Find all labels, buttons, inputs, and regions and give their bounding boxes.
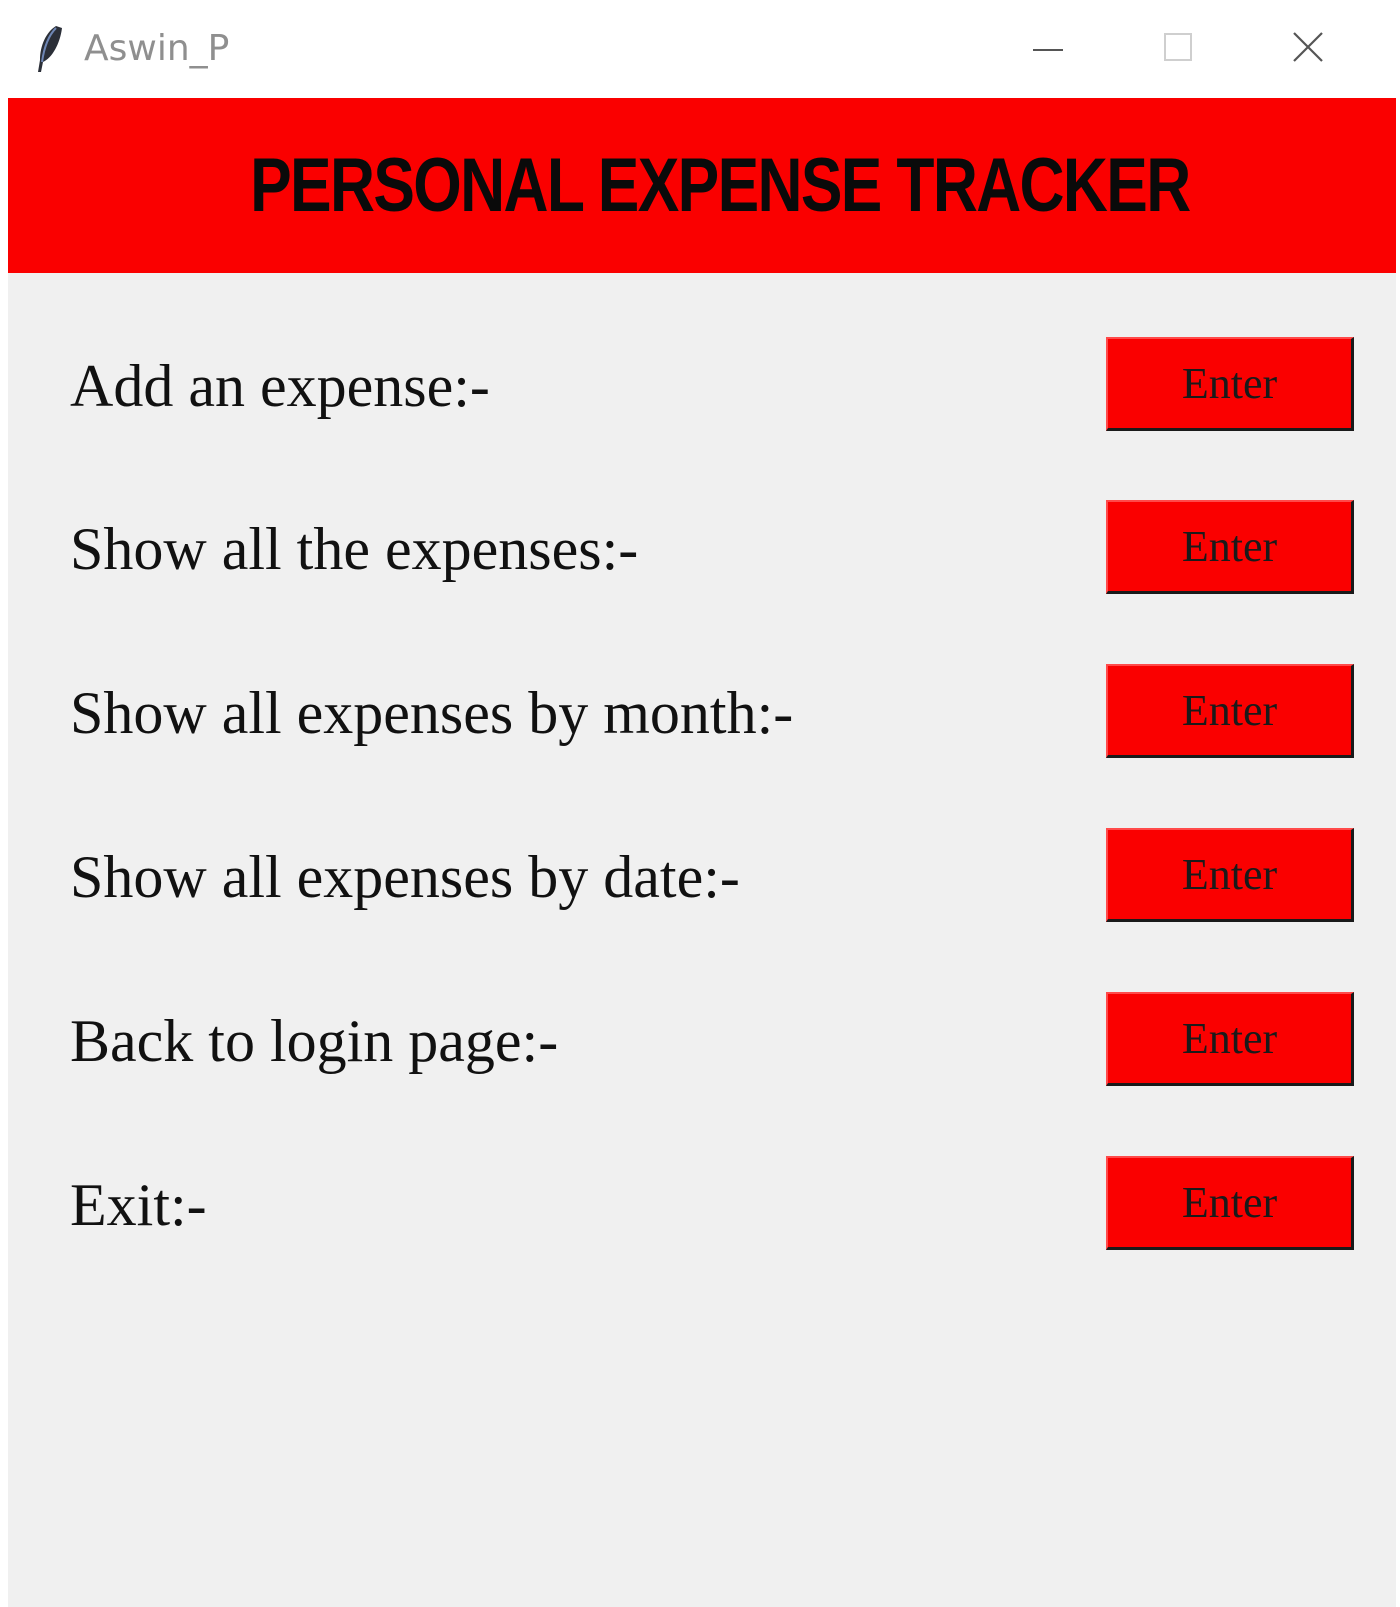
close-button[interactable]	[1248, 0, 1368, 98]
minimize-icon	[1033, 40, 1063, 58]
menu-item-exit: Exit:- Enter	[8, 1156, 1396, 1254]
menu-item-expenses-by-month: Show all expenses by month:- Enter	[8, 664, 1396, 762]
menu-item-expenses-by-date: Show all expenses by date:- Enter	[8, 828, 1396, 926]
menu-label: Show all expenses by date:-	[70, 844, 740, 910]
title-bar[interactable]: Aswin_P	[8, 0, 1396, 98]
menu-item-back-to-login: Back to login page:- Enter	[8, 992, 1396, 1090]
header-banner: PERSONAL EXPENSE TRACKER	[8, 98, 1396, 273]
window-title: Aswin_P	[84, 28, 230, 69]
expenses-by-date-enter-button[interactable]: Enter	[1106, 828, 1354, 922]
maximize-icon	[1163, 32, 1193, 67]
show-all-expenses-enter-button[interactable]: Enter	[1106, 500, 1354, 594]
maximize-button[interactable]	[1118, 0, 1238, 98]
exit-enter-button[interactable]: Enter	[1106, 1156, 1354, 1250]
menu-label: Back to login page:-	[70, 1008, 559, 1074]
back-to-login-enter-button[interactable]: Enter	[1106, 992, 1354, 1086]
minimize-button[interactable]	[988, 0, 1108, 98]
menu-label: Show all expenses by month:-	[70, 680, 794, 746]
menu-item-show-all-expenses: Show all the expenses:- Enter	[8, 500, 1396, 598]
feather-icon	[34, 24, 64, 74]
menu-label: Show all the expenses:-	[70, 516, 639, 582]
app-window: Aswin_P PERSONAL EXPENSE TRACKER Add an …	[8, 0, 1396, 1607]
menu-label: Add an expense:-	[70, 353, 490, 419]
add-expense-enter-button[interactable]: Enter	[1106, 337, 1354, 431]
page-title: PERSONAL EXPENSE TRACKER	[250, 143, 1191, 228]
expenses-by-month-enter-button[interactable]: Enter	[1106, 664, 1354, 758]
menu-item-add-expense: Add an expense:- Enter	[8, 337, 1396, 435]
close-icon	[1292, 31, 1324, 68]
menu-label: Exit:-	[70, 1172, 207, 1238]
